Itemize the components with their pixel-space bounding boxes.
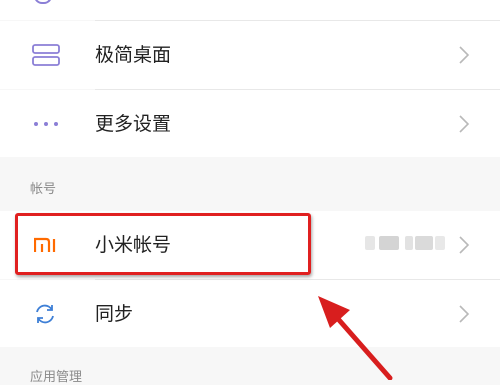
settings-item-label: 极简桌面 — [95, 44, 172, 66]
chevron-right-icon — [459, 305, 470, 323]
partial-icon — [34, 0, 52, 4]
annotation-arrow — [318, 296, 393, 380]
settings-item-more-settings[interactable]: 更多设置 — [0, 90, 500, 157]
chevron-right-icon — [459, 46, 470, 64]
more-dots-icon — [34, 122, 58, 126]
highlight-box — [15, 213, 311, 275]
section-header-next: 应用管理 — [30, 370, 83, 385]
settings-item-simple-desktop[interactable]: 极简桌面 — [0, 21, 500, 89]
settings-item-label: 更多设置 — [95, 113, 172, 135]
chevron-right-icon — [459, 115, 470, 133]
account-id-blurred — [365, 236, 447, 250]
section-header-account: 帐号 — [30, 182, 57, 197]
settings-item-label: 同步 — [95, 303, 134, 325]
sync-icon — [36, 304, 54, 324]
simple-desktop-icon — [32, 44, 60, 66]
settings-row-partial[interactable] — [0, 0, 500, 20]
chevron-right-icon — [459, 236, 470, 254]
